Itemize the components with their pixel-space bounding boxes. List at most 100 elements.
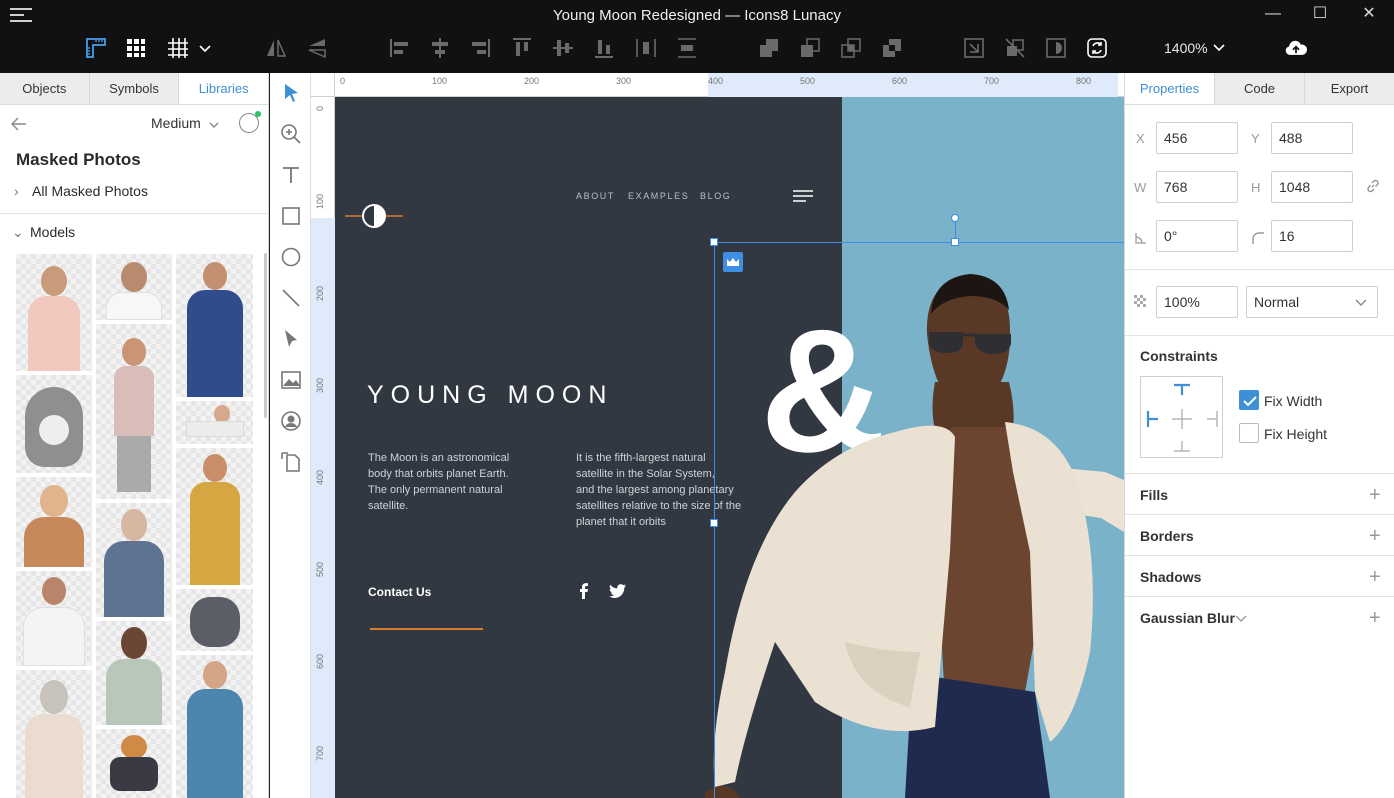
arrow-left-icon[interactable] — [10, 115, 28, 133]
pen-tool-icon[interactable] — [279, 327, 303, 351]
link-icon[interactable] — [1365, 178, 1381, 194]
chevron-down-icon[interactable] — [1235, 614, 1247, 624]
artboard[interactable]: ABOUT EXAMPLES BLOG YOUNG MOON The Moon … — [335, 97, 1124, 798]
add-blur-plus-icon[interactable]: + — [1369, 608, 1381, 628]
model-photo[interactable] — [705, 222, 1124, 798]
mask-badge[interactable] — [723, 252, 743, 272]
align-bottom-icon[interactable] — [592, 36, 616, 60]
photo-thumbnail[interactable] — [96, 324, 172, 499]
canvas[interactable]: 0 100 200 300 400 500 600 700 800 0 100 … — [311, 73, 1124, 798]
ellipse-tool-icon[interactable] — [279, 245, 303, 269]
tab-objects[interactable]: Objects — [0, 73, 90, 104]
tab-symbols[interactable]: Symbols — [90, 73, 180, 104]
align-right-icon[interactable] — [468, 36, 492, 60]
photo-thumbnail[interactable] — [16, 375, 92, 473]
scrollbar[interactable] — [264, 253, 267, 418]
zoom-chevron-icon[interactable] — [1212, 40, 1226, 54]
vertical-ruler[interactable]: 0 100 200 300 400 500 600 700 — [311, 97, 335, 798]
flip-vertical-icon[interactable] — [305, 36, 329, 60]
photo-thumbnail[interactable] — [16, 254, 92, 371]
subtract-icon[interactable] — [798, 36, 822, 60]
fix-width-checkbox[interactable] — [1239, 390, 1259, 410]
photo-thumbnail[interactable] — [16, 477, 92, 567]
x-field[interactable]: 456 — [1156, 122, 1238, 154]
fix-height-checkbox[interactable] — [1239, 423, 1259, 443]
text-tool-icon[interactable] — [279, 163, 303, 187]
photo-thumbnail[interactable] — [16, 670, 92, 798]
difference-icon[interactable] — [880, 36, 904, 60]
borders-title[interactable]: Borders — [1140, 528, 1194, 544]
distribute-vertical-icon[interactable] — [675, 36, 699, 60]
shadows-title[interactable]: Shadows — [1140, 569, 1201, 585]
contact-us-link[interactable]: Contact Us — [368, 585, 431, 599]
line-tool-icon[interactable] — [279, 286, 303, 310]
photo-thumbnail[interactable] — [96, 729, 172, 798]
photo-thumbnail[interactable] — [96, 503, 172, 617]
outline-icon[interactable] — [1003, 36, 1027, 60]
add-shadow-plus-icon[interactable]: + — [1369, 567, 1381, 587]
opacity-field[interactable]: 100% — [1156, 286, 1238, 318]
align-center-h-icon[interactable] — [428, 36, 452, 60]
layout-grid-icon[interactable] — [124, 36, 148, 60]
close-button[interactable]: ✕ — [1357, 3, 1381, 25]
user-icon[interactable] — [239, 111, 261, 133]
blend-mode-select[interactable]: Normal — [1246, 286, 1378, 318]
tab-code[interactable]: Code — [1214, 73, 1304, 104]
rectangle-tool-icon[interactable] — [279, 204, 303, 228]
cloud-upload-icon[interactable] — [1284, 36, 1312, 60]
hamburger-icon[interactable] — [793, 189, 815, 203]
minimize-button[interactable]: — — [1261, 3, 1285, 25]
all-masked-photos-row[interactable]: › All Masked Photos — [14, 183, 148, 199]
radius-field[interactable]: 16 — [1271, 220, 1353, 252]
models-group-header[interactable]: ⌄ Models — [12, 224, 75, 241]
intersect-icon[interactable] — [839, 36, 863, 60]
photo-thumbnail[interactable] — [176, 589, 253, 651]
width-field[interactable]: 768 — [1156, 171, 1238, 203]
nav-examples[interactable]: EXAMPLES — [628, 191, 689, 201]
photo-thumbnail[interactable] — [176, 401, 253, 444]
constraints-widget[interactable] — [1140, 376, 1223, 458]
zoom-icon[interactable] — [279, 122, 303, 146]
rotate-sync-icon[interactable] — [1085, 36, 1109, 60]
zoom-level[interactable]: 1400% — [1164, 40, 1208, 56]
photo-thumbnail[interactable] — [176, 448, 253, 585]
chevron-down-icon[interactable] — [208, 118, 220, 130]
ruler-icon[interactable] — [84, 36, 108, 60]
select-pointer-icon[interactable] — [279, 81, 303, 105]
mask-icon[interactable] — [1044, 36, 1068, 60]
size-select[interactable]: Medium — [151, 115, 201, 131]
resize-handle-top[interactable] — [951, 238, 959, 246]
facebook-icon[interactable] — [578, 583, 590, 599]
grid-icon[interactable] — [166, 36, 190, 60]
twitter-icon[interactable] — [609, 584, 626, 598]
height-field[interactable]: 1048 — [1271, 171, 1353, 203]
resize-handle-left[interactable] — [710, 519, 718, 527]
align-middle-v-icon[interactable] — [551, 36, 575, 60]
photo-thumbnail[interactable] — [176, 655, 253, 798]
add-border-plus-icon[interactable]: + — [1369, 526, 1381, 546]
flip-horizontal-icon[interactable] — [264, 36, 288, 60]
horizontal-ruler[interactable]: 0 100 200 300 400 500 600 700 800 — [335, 73, 1124, 97]
chevron-down-icon[interactable] — [193, 36, 211, 60]
image-tool-icon[interactable] — [279, 368, 303, 392]
photo-thumbnail[interactable] — [176, 254, 253, 397]
gaussian-blur-title[interactable]: Gaussian Blur — [1140, 610, 1235, 626]
nav-blog[interactable]: BLOG — [700, 191, 731, 201]
avatar-tool-icon[interactable] — [279, 409, 303, 433]
tab-export[interactable]: Export — [1304, 73, 1394, 104]
nav-about[interactable]: ABOUT — [576, 191, 615, 201]
distribute-horizontal-icon[interactable] — [634, 36, 658, 60]
fills-title[interactable]: Fills — [1140, 487, 1168, 503]
tab-properties[interactable]: Properties — [1125, 73, 1214, 104]
artboard-tool-icon[interactable] — [279, 450, 303, 474]
photo-thumbnail[interactable] — [96, 254, 172, 320]
union-icon[interactable] — [757, 36, 781, 60]
align-left-icon[interactable] — [388, 36, 412, 60]
y-field[interactable]: 488 — [1271, 122, 1353, 154]
resize-handle-top-left[interactable] — [710, 238, 718, 246]
tab-libraries[interactable]: Libraries — [179, 73, 269, 104]
rotation-handle[interactable] — [951, 214, 959, 222]
photo-thumbnail[interactable] — [16, 571, 92, 666]
maximize-button[interactable]: ☐ — [1308, 3, 1332, 25]
photo-thumbnail[interactable] — [96, 621, 172, 725]
